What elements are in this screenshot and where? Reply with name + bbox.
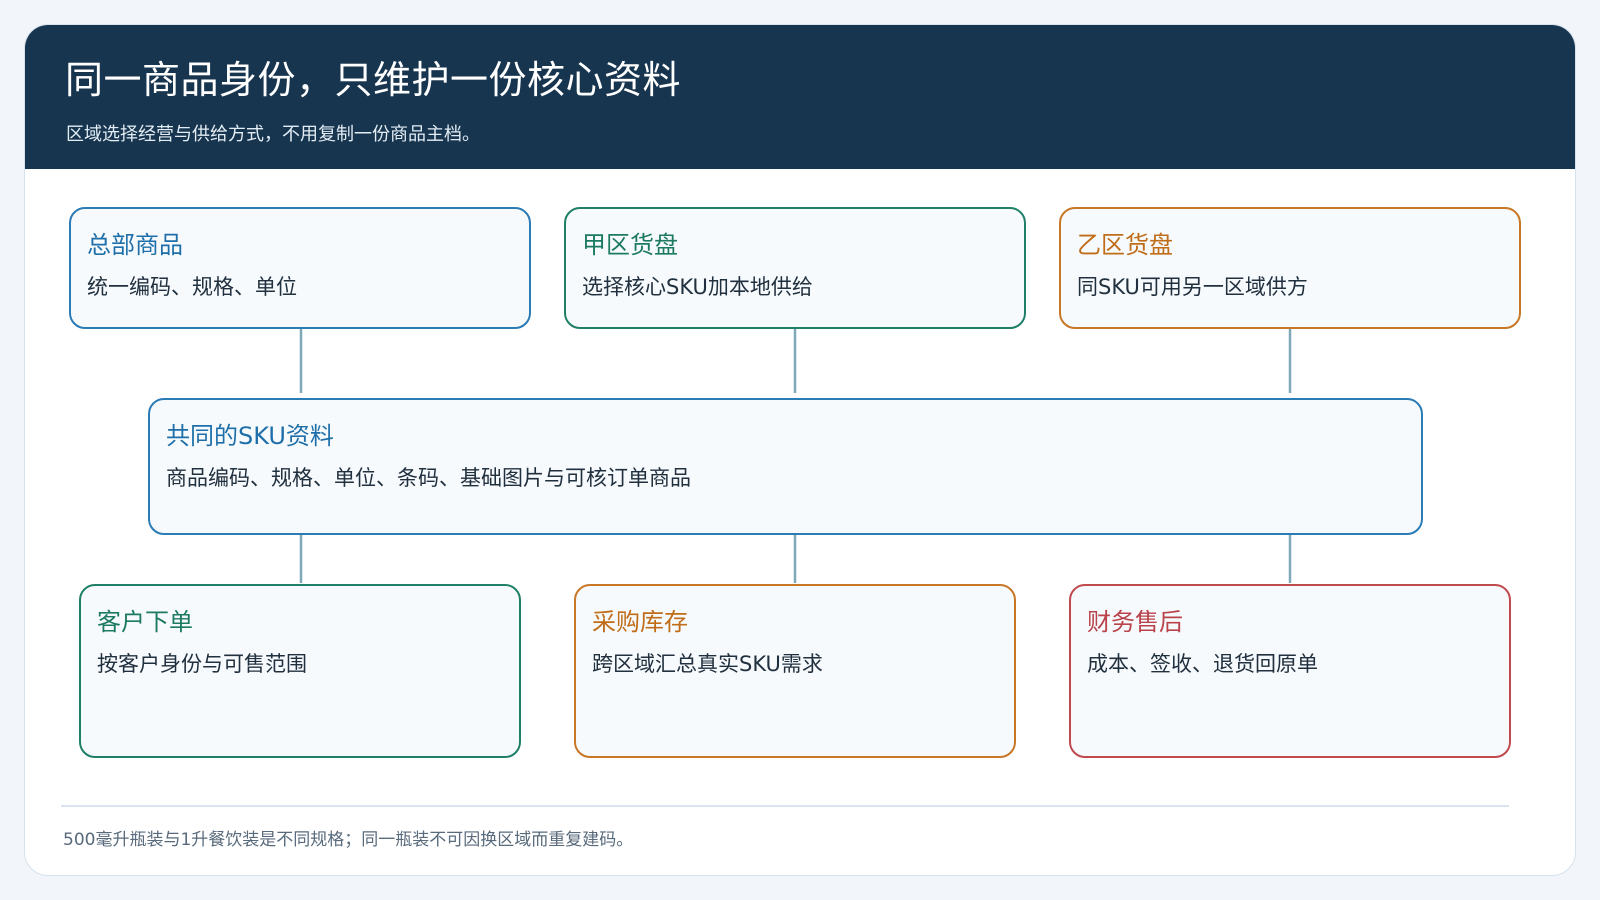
node-title: 客户下单 — [97, 608, 193, 636]
node-title: 甲区货盘 — [582, 231, 678, 259]
node-desc: 按客户身份与可售范围 — [97, 652, 307, 676]
node-title: 乙区货盘 — [1077, 231, 1173, 259]
node-title: 共同的SKU资料 — [166, 422, 334, 450]
node-purchasing-inventory: 采购库存 跨区域汇总真实SKU需求 — [574, 584, 1016, 758]
node-customer-orders: 客户下单 按客户身份与可售范围 — [79, 584, 521, 758]
node-desc: 成本、签收、退货回原单 — [1087, 652, 1318, 676]
node-desc: 统一编码、规格、单位 — [87, 275, 297, 299]
node-desc: 同SKU可用另一区域供方 — [1077, 275, 1308, 299]
node-title: 财务售后 — [1087, 608, 1183, 636]
node-desc: 跨区域汇总真实SKU需求 — [592, 652, 823, 676]
node-shared-sku-data: 共同的SKU资料 商品编码、规格、单位、条码、基础图片与可核订单商品 — [148, 398, 1423, 535]
node-desc: 选择核心SKU加本地供给 — [582, 275, 813, 299]
node-zone-b-assortment: 乙区货盘 同SKU可用另一区域供方 — [1059, 207, 1521, 329]
node-zone-a-assortment: 甲区货盘 选择核心SKU加本地供给 — [564, 207, 1026, 329]
node-finance-aftersales: 财务售后 成本、签收、退货回原单 — [1069, 584, 1511, 758]
node-hq-products: 总部商品 统一编码、规格、单位 — [69, 207, 531, 329]
node-desc: 商品编码、规格、单位、条码、基础图片与可核订单商品 — [166, 466, 691, 490]
footer-divider — [61, 805, 1509, 807]
node-title: 采购库存 — [592, 608, 688, 636]
footnote: 500毫升瓶装与1升餐饮装是不同规格；同一瓶装不可因换区域而重复建码。 — [63, 830, 634, 850]
diagram-card: 同一商品身份，只维护一份核心资料 区域选择经营与供给方式，不用复制一份商品主档。… — [24, 24, 1576, 876]
node-title: 总部商品 — [87, 231, 183, 259]
